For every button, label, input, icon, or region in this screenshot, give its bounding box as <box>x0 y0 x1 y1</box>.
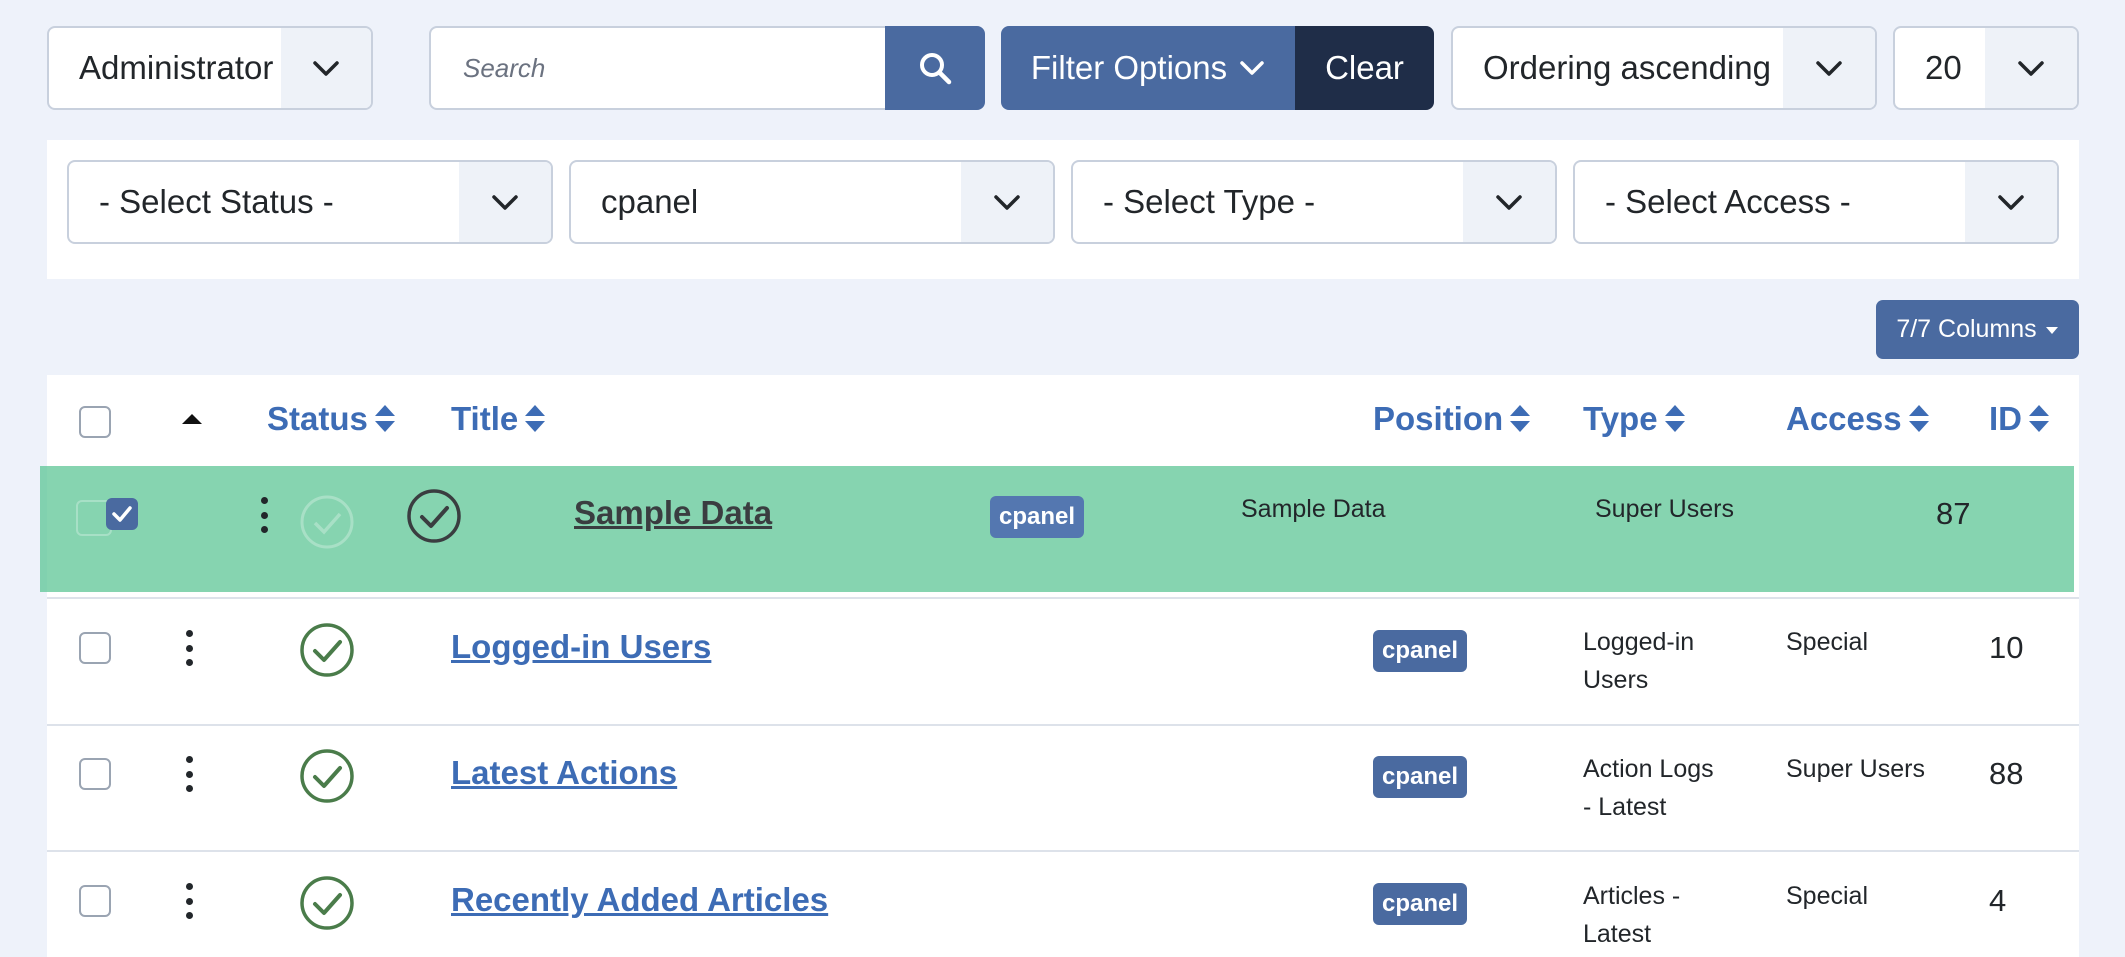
client-select[interactable]: Administrator <box>47 26 373 110</box>
sort-icon <box>374 404 396 434</box>
chevron-down-icon <box>1965 162 2057 242</box>
status-filter-select[interactable]: - Select Status - <box>67 160 553 244</box>
chevron-down-icon <box>281 28 371 108</box>
row-type-line: Latest <box>1583 920 1652 948</box>
search-input[interactable] <box>463 52 885 84</box>
header-type-label: Type <box>1583 400 1658 437</box>
list-limit-value: 20 <box>1925 49 1962 86</box>
dragged-row-id: 87 <box>1936 496 1971 531</box>
caret-down-icon <box>2045 326 2058 334</box>
filter-options-label: Filter Options <box>1030 49 1228 86</box>
dragged-row-position-badge: cpanel <box>990 496 1085 538</box>
row-divider <box>47 597 2079 599</box>
search-field <box>429 26 885 110</box>
chevron-down-icon <box>1783 28 1875 108</box>
drag-handle-icon[interactable] <box>258 497 270 533</box>
row-checkbox[interactable] <box>79 758 111 790</box>
client-select-value: Administrator <box>79 49 274 86</box>
chevron-down-icon <box>1463 162 1555 242</box>
drag-handle-icon[interactable] <box>183 756 195 792</box>
drag-handle-icon[interactable] <box>183 630 195 666</box>
row-access: Super Users <box>1786 755 1925 783</box>
type-filter-select[interactable]: - Select Type - <box>1071 160 1557 244</box>
list-limit-select[interactable]: 20 <box>1893 26 2079 110</box>
row-checkbox[interactable] <box>79 632 111 664</box>
dragged-row-title-link[interactable]: Sample Data <box>574 494 772 532</box>
row-divider <box>47 850 2079 852</box>
header-title-label: Title <box>451 400 519 437</box>
clear-button[interactable]: Clear <box>1295 26 1434 110</box>
header-access-label: Access <box>1786 400 1902 437</box>
drag-handle-icon[interactable] <box>183 883 195 919</box>
row-position-badge: cpanel <box>1373 883 1468 925</box>
sort-icon <box>1908 404 1930 434</box>
status-published-icon-ghost <box>300 495 354 549</box>
row-type: Action Logs - Latest <box>1583 750 1714 826</box>
search-button[interactable] <box>885 26 985 110</box>
header-status[interactable]: Status <box>267 400 396 438</box>
row-type-line: Action Logs <box>1583 755 1714 783</box>
status-published-icon[interactable] <box>406 488 462 544</box>
row-type-line: Users <box>1583 666 1649 694</box>
status-filter-value: - Select Status - <box>99 183 334 220</box>
chevron-down-icon <box>1240 61 1264 75</box>
row-access: Special <box>1786 628 1868 656</box>
row-type-line: Logged-in <box>1583 628 1695 656</box>
position-filter-value: cpanel <box>601 183 699 220</box>
sort-icon <box>1664 404 1686 434</box>
ordering-select[interactable]: Ordering ascending <box>1451 26 1877 110</box>
status-published-icon[interactable] <box>299 622 355 678</box>
header-status-label: Status <box>267 400 368 437</box>
chevron-down-icon <box>961 162 1053 242</box>
dragged-row-checkbox[interactable] <box>106 498 138 530</box>
row-access: Special <box>1786 882 1868 910</box>
header-type[interactable]: Type <box>1583 400 1686 438</box>
dragged-row-type: Sample Data <box>1241 495 1386 523</box>
columns-toggle-button[interactable]: 7/7 Columns <box>1876 300 2079 359</box>
filter-options-button[interactable]: Filter Options <box>1001 26 1295 110</box>
access-filter-select[interactable]: - Select Access - <box>1573 160 2059 244</box>
ordering-select-value: Ordering ascending <box>1483 49 1772 86</box>
row-type-line: Articles - <box>1583 882 1681 910</box>
row-id: 10 <box>1989 630 2024 665</box>
row-title-link[interactable]: Latest Actions <box>451 754 677 792</box>
row-type-line: - Latest <box>1583 793 1667 821</box>
header-id-label: ID <box>1989 400 2022 437</box>
header-title[interactable]: Title <box>451 400 546 438</box>
row-id: 88 <box>1989 756 2024 791</box>
position-filter-select[interactable]: cpanel <box>569 160 1055 244</box>
chevron-down-icon <box>1985 28 2077 108</box>
row-position-badge: cpanel <box>1373 630 1468 672</box>
row-checkbox[interactable] <box>79 885 111 917</box>
row-title-link[interactable]: Recently Added Articles <box>451 881 828 919</box>
sort-icon <box>524 404 546 434</box>
row-divider <box>47 724 2079 726</box>
row-id: 4 <box>1989 883 2007 918</box>
dragged-row-access: Super Users <box>1595 495 1734 523</box>
row-title-link[interactable]: Logged-in Users <box>451 628 711 666</box>
sort-icon <box>1509 404 1531 434</box>
columns-toggle-label: 7/7 Columns <box>1896 315 2037 343</box>
sort-icon <box>2028 404 2050 434</box>
select-all-checkbox[interactable] <box>79 406 111 438</box>
status-published-icon[interactable] <box>299 875 355 931</box>
access-filter-value: - Select Access - <box>1605 183 1851 220</box>
check-icon <box>112 506 132 522</box>
type-filter-value: - Select Type - <box>1103 183 1316 220</box>
ordering-sort-icon[interactable] <box>181 412 203 426</box>
header-id[interactable]: ID <box>1989 400 2050 438</box>
chevron-down-icon <box>459 162 551 242</box>
header-position[interactable]: Position <box>1373 400 1531 438</box>
header-position-label: Position <box>1373 400 1504 437</box>
search-icon <box>920 53 952 85</box>
status-published-icon[interactable] <box>299 748 355 804</box>
row-position-badge: cpanel <box>1373 756 1468 798</box>
row-type: Articles - Latest <box>1583 877 1680 953</box>
row-type: Logged-in Users <box>1583 623 1694 699</box>
header-access[interactable]: Access <box>1786 400 1930 438</box>
